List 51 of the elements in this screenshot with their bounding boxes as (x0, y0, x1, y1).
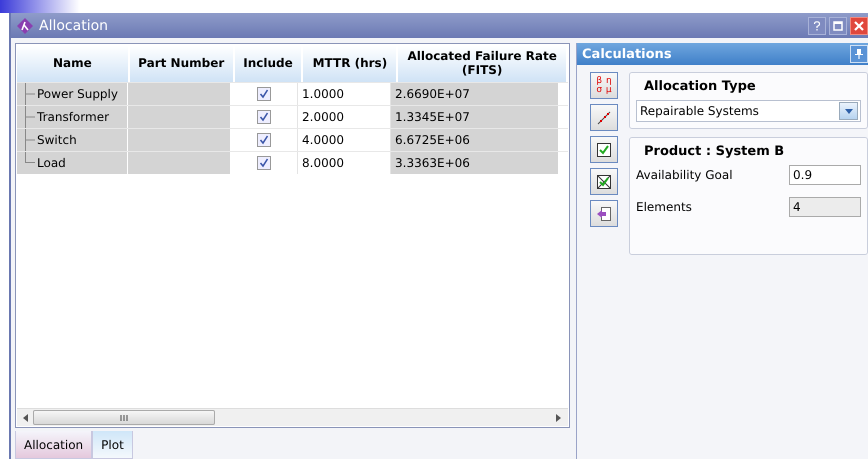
back-button[interactable] (590, 200, 618, 227)
line-plot-icon (596, 110, 612, 126)
parameters-button[interactable]: β η σ μ (590, 72, 618, 99)
include-checkbox[interactable] (257, 87, 271, 101)
field-label: Availability Goal (636, 168, 733, 182)
group-title: Product : System B (643, 143, 786, 161)
pin-button[interactable] (850, 45, 868, 63)
include-checkbox[interactable] (257, 156, 271, 170)
column-header[interactable]: Name (17, 45, 130, 82)
column-header[interactable]: Part Number (130, 45, 235, 82)
close-icon (854, 20, 864, 30)
name-cell: Switch (37, 133, 77, 147)
question-mark-icon (813, 20, 821, 30)
check-all-button[interactable] (590, 136, 618, 163)
field-label: Elements (636, 200, 692, 214)
tab[interactable]: Allocation (15, 431, 92, 459)
scroll-left-icon[interactable] (23, 414, 29, 422)
scroll-right-icon[interactable] (556, 414, 562, 422)
name-cell: Load (37, 156, 66, 170)
maximize-icon (833, 20, 843, 30)
horizontal-scrollbar[interactable] (17, 408, 568, 426)
column-header[interactable]: Include (234, 45, 304, 82)
back-arrow-icon (596, 206, 612, 222)
allocation-type-dropdown[interactable]: Repairable Systems (636, 100, 861, 122)
failure-rate-cell: 6.6725E+06 (391, 129, 559, 151)
tab[interactable]: Plot (92, 431, 133, 459)
failure-rate-cell: 1.3345E+07 (391, 106, 559, 128)
maximize-button[interactable] (829, 16, 847, 34)
help-button[interactable] (808, 16, 826, 34)
include-checkbox[interactable] (257, 110, 271, 124)
failure-rate-cell: 2.6690E+07 (391, 83, 559, 105)
scroll-thumb[interactable] (33, 410, 215, 425)
column-header[interactable]: Allocated Failure Rate (FITS) (398, 45, 568, 82)
lambda-icon (16, 16, 34, 34)
panel-title: Calculations (582, 46, 672, 62)
input-field[interactable]: 0.9 (789, 165, 861, 185)
window-title: Allocation (39, 18, 108, 34)
crossed-checkbox-icon (596, 174, 612, 190)
pin-icon (855, 49, 863, 59)
tree-line-icon (25, 106, 35, 128)
group-title: Allocation Type (643, 78, 757, 96)
column-header[interactable]: MTTR (hrs) (303, 45, 398, 82)
name-cell: Power Supply (37, 87, 118, 101)
uncheck-all-button[interactable] (590, 168, 618, 195)
name-cell: Transformer (37, 110, 110, 124)
failure-rate-cell: 3.3363E+06 (391, 152, 559, 174)
tree-line-icon (25, 83, 35, 105)
include-checkbox[interactable] (257, 133, 271, 147)
plot-button[interactable] (590, 104, 618, 131)
close-button[interactable] (850, 16, 868, 34)
checkbox-icon (596, 142, 612, 158)
